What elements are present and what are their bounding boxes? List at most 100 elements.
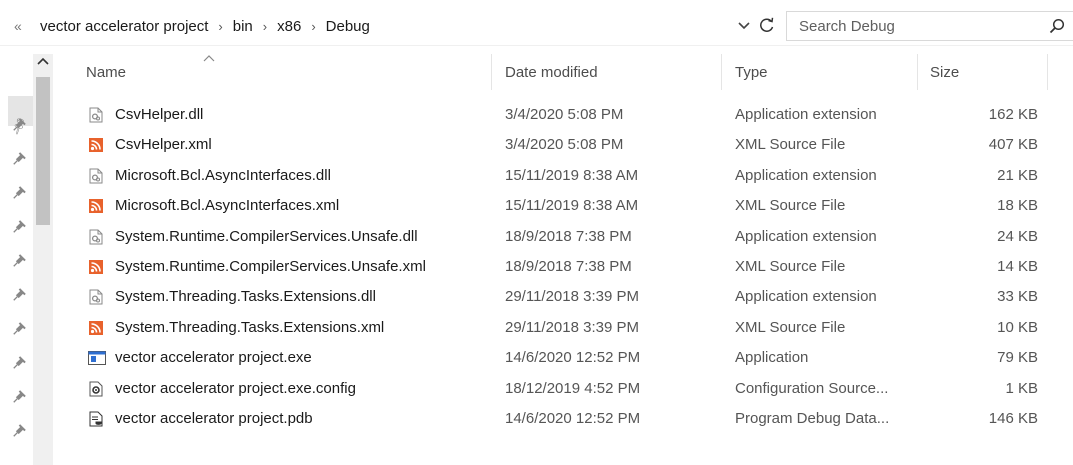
column-header-type[interactable]: Type <box>735 64 768 81</box>
file-size: 33 KB <box>997 288 1038 306</box>
breadcrumb-separator-icon[interactable]: › <box>212 19 228 34</box>
file-name[interactable]: vector accelerator project.exe.config <box>115 380 356 397</box>
refresh-icon[interactable] <box>758 16 776 34</box>
file-type: Configuration Source... <box>735 379 889 397</box>
file-date-modified: 18/9/2018 7:38 PM <box>505 257 632 275</box>
breadcrumb-item-x86[interactable]: x86 <box>273 18 305 35</box>
file-name[interactable]: CsvHelper.xml <box>115 136 212 153</box>
dll-icon <box>88 289 104 305</box>
pin-icon[interactable] <box>11 356 26 371</box>
search-icon[interactable] <box>1049 18 1065 34</box>
breadcrumb-separator-icon[interactable]: › <box>257 19 273 34</box>
file-size: 1 KB <box>1005 379 1038 397</box>
file-date-modified: 29/11/2018 3:39 PM <box>505 318 639 336</box>
file-type: XML Source File <box>735 136 846 154</box>
column-header-name[interactable]: Name <box>86 64 126 81</box>
file-size: 146 KB <box>988 409 1038 427</box>
xml-icon <box>88 320 104 336</box>
file-date-modified: 18/9/2018 7:38 PM <box>505 227 632 245</box>
file-row[interactable]: vector accelerator project.exe.config 18/… <box>62 375 1062 405</box>
pin-icon[interactable] <box>11 152 26 167</box>
pdb-icon <box>88 411 104 427</box>
file-name[interactable]: vector accelerator project.exe <box>115 349 312 366</box>
file-type: XML Source File <box>735 197 846 215</box>
address-bar[interactable]: « vector accelerator project › bin › x86… <box>0 10 1073 46</box>
pin-icon[interactable] <box>11 424 26 439</box>
file-date-modified: 18/12/2019 4:52 PM <box>505 379 641 397</box>
file-date-modified: 3/4/2020 5:08 PM <box>505 136 624 154</box>
nav-scrollbar[interactable] <box>33 54 53 465</box>
file-row[interactable]: vector accelerator project.exe 14/6/2020 … <box>62 344 1062 374</box>
file-size: 79 KB <box>997 349 1038 367</box>
breadcrumb-item-project[interactable]: vector accelerator project <box>36 18 212 35</box>
column-header-date[interactable]: Date modified <box>505 64 598 81</box>
file-date-modified: 14/6/2020 12:52 PM <box>505 409 641 427</box>
file-row[interactable]: CsvHelper.xml 3/4/2020 5:08 PM XML Source … <box>62 131 1062 161</box>
file-size: 407 KB <box>988 136 1038 154</box>
file-type: XML Source File <box>735 257 846 275</box>
column-header-size[interactable]: Size <box>930 64 959 81</box>
pin-column <box>11 118 26 439</box>
column-divider[interactable] <box>1047 54 1048 90</box>
file-size: 14 KB <box>997 257 1038 275</box>
file-row[interactable]: System.Runtime.CompilerServices.Unsafe.x… <box>62 253 1062 283</box>
file-type: Program Debug Data... <box>735 409 890 427</box>
pin-icon[interactable] <box>11 220 26 235</box>
file-name[interactable]: Microsoft.Bcl.AsyncInterfaces.dll <box>115 167 331 184</box>
file-type: Application extension <box>735 106 877 123</box>
file-date-modified: 15/11/2019 8:38 AM <box>505 166 639 184</box>
pin-icon[interactable] <box>11 288 26 303</box>
file-date-modified: 14/6/2020 12:52 PM <box>505 349 641 367</box>
file-row[interactable]: Microsoft.Bcl.AsyncInterfaces.dll 15/11/2… <box>62 162 1062 192</box>
file-row[interactable]: Microsoft.Bcl.AsyncInterfaces.xml 15/11/2… <box>62 192 1062 222</box>
file-name[interactable]: CsvHelper.dll <box>115 106 203 123</box>
scroll-up-icon[interactable] <box>37 56 49 68</box>
file-name[interactable]: System.Threading.Tasks.Extensions.xml <box>115 319 384 336</box>
dll-icon <box>88 107 104 123</box>
file-type: Application extension <box>735 166 877 184</box>
file-name[interactable]: vector accelerator project.pdb <box>115 410 313 427</box>
file-date-modified: 29/11/2018 3:39 PM <box>505 288 639 306</box>
file-name[interactable]: Microsoft.Bcl.AsyncInterfaces.xml <box>115 197 339 214</box>
pin-icon[interactable] <box>11 186 26 201</box>
column-headers: Name Date modified Type Size <box>62 54 1062 92</box>
file-row[interactable]: CsvHelper.dll 3/4/2020 5:08 PM Application… <box>62 101 1062 131</box>
file-date-modified: 3/4/2020 5:08 PM <box>505 106 624 123</box>
file-name[interactable]: System.Threading.Tasks.Extensions.dll <box>115 288 376 305</box>
xml-icon <box>88 259 104 275</box>
file-row[interactable]: System.Runtime.CompilerServices.Unsafe.d… <box>62 223 1062 253</box>
scroll-thumb[interactable] <box>36 77 50 225</box>
pin-icon[interactable] <box>11 118 26 133</box>
column-divider[interactable] <box>491 54 492 90</box>
breadcrumb-overflow-button[interactable]: « <box>14 18 22 34</box>
file-name[interactable]: System.Runtime.CompilerServices.Unsafe.x… <box>115 258 426 275</box>
search-placeholder: Search Debug <box>799 18 895 35</box>
file-name[interactable]: System.Runtime.CompilerServices.Unsafe.d… <box>115 228 418 245</box>
breadcrumb-item-debug[interactable]: Debug <box>322 18 374 35</box>
pin-icon[interactable] <box>11 254 26 269</box>
exe-icon <box>88 350 106 366</box>
file-type: Application extension <box>735 227 877 245</box>
pin-icon[interactable] <box>11 322 26 337</box>
search-input[interactable]: Search Debug <box>786 11 1073 41</box>
file-type: Application <box>735 349 809 367</box>
pin-icon[interactable] <box>11 390 26 405</box>
file-size: 18 KB <box>997 197 1038 215</box>
column-divider[interactable] <box>721 54 722 90</box>
sort-ascending-icon <box>203 50 215 65</box>
file-row[interactable]: vector accelerator project.pdb 14/6/2020 … <box>62 405 1062 435</box>
column-divider[interactable] <box>917 54 918 90</box>
file-row[interactable]: System.Threading.Tasks.Extensions.xml 29/… <box>62 314 1062 344</box>
breadcrumb-separator-icon[interactable]: › <box>305 19 321 34</box>
file-type: XML Source File <box>735 318 846 336</box>
config-icon <box>88 381 104 397</box>
file-date-modified: 15/11/2019 8:38 AM <box>505 197 639 215</box>
breadcrumb-item-bin[interactable]: bin <box>229 18 257 35</box>
address-history-dropdown-icon[interactable] <box>738 18 750 34</box>
window-title-remnant <box>0 0 1073 8</box>
file-size: 24 KB <box>997 227 1038 245</box>
file-size: 162 KB <box>988 106 1038 123</box>
file-row[interactable]: System.Threading.Tasks.Extensions.dll 29/… <box>62 283 1062 313</box>
dll-icon <box>88 229 104 245</box>
file-size: 21 KB <box>997 166 1038 184</box>
